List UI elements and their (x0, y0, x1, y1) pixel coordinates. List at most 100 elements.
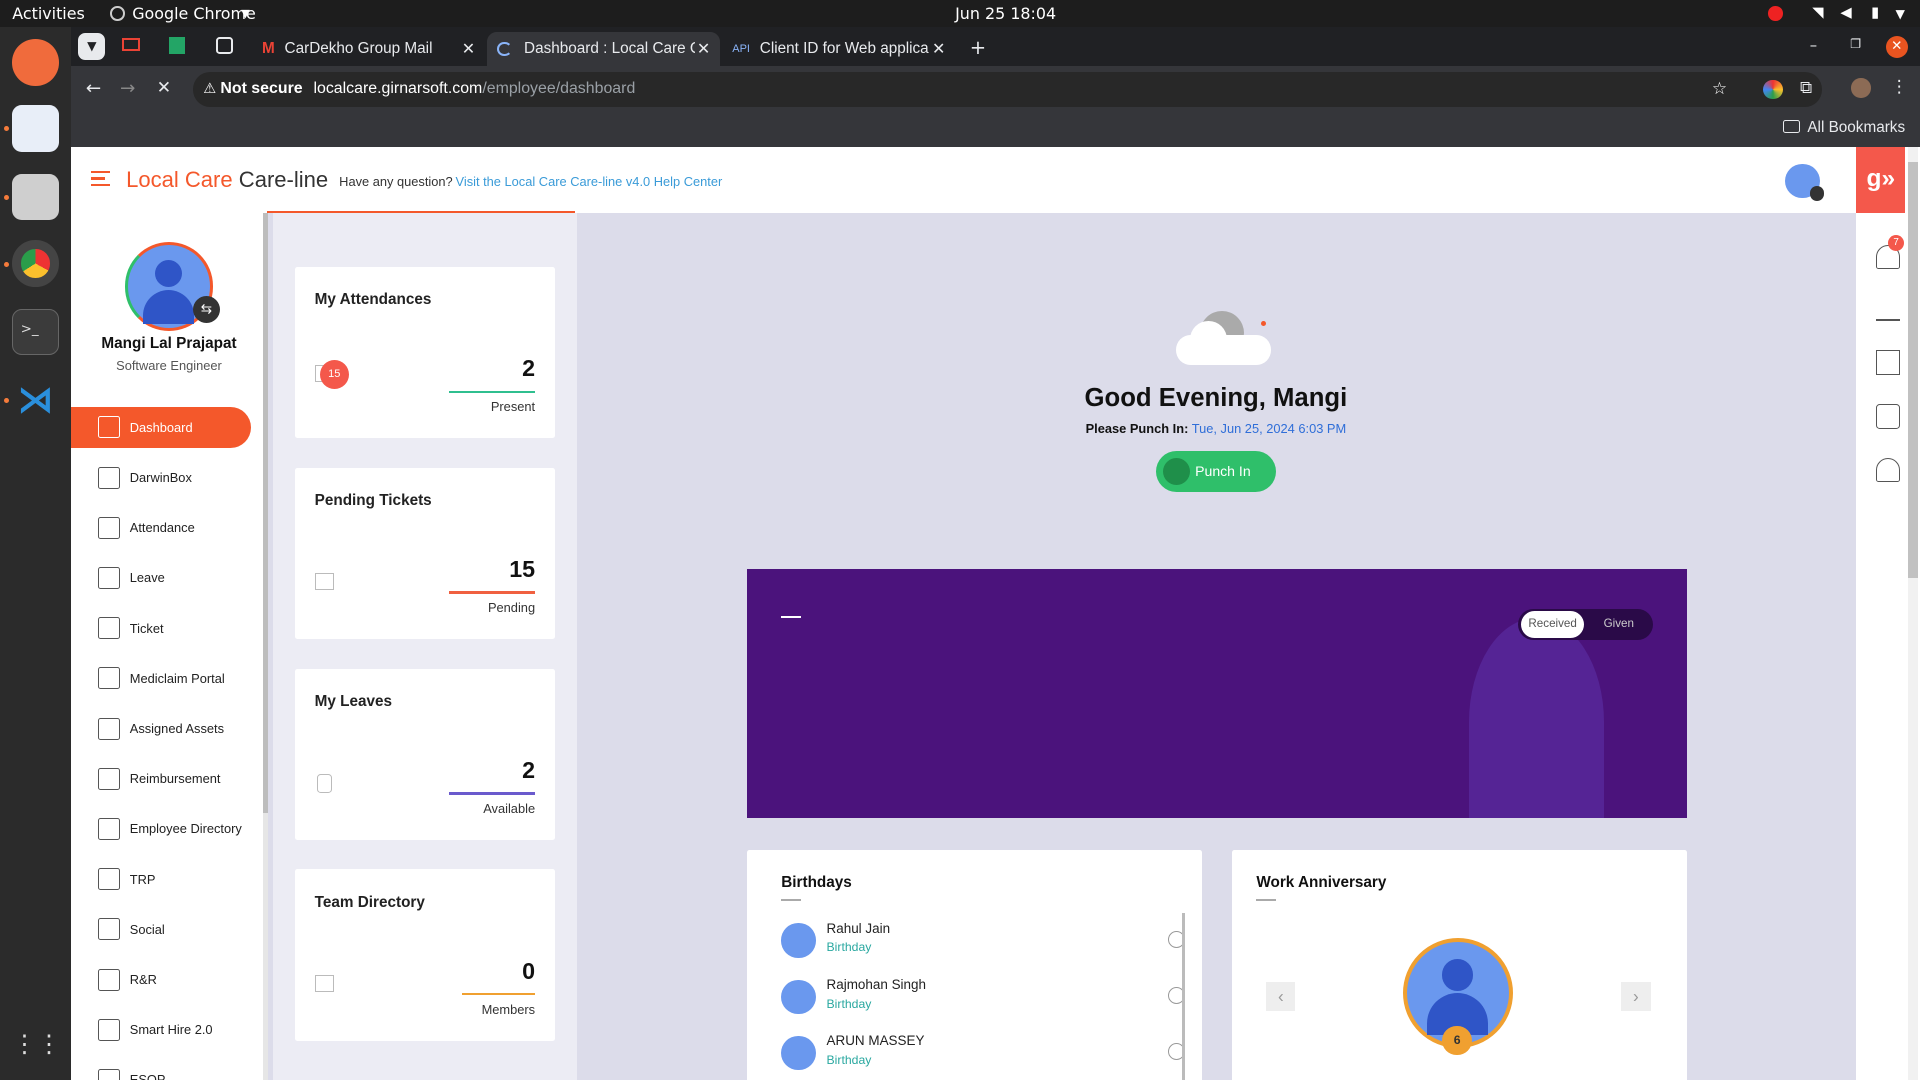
attendance-card[interactable]: My Attendances 15 2 Present (295, 266, 555, 439)
volume-icon[interactable]: ◀ (1840, 4, 1851, 21)
page-scrollbar[interactable] (1907, 146, 1918, 1080)
address-bar[interactable]: ⚠ Not secure localcare.girnarsoft.com/em… (193, 72, 1823, 107)
sidebar-item-reimbursement[interactable]: Reimbursement (97, 765, 221, 792)
punch-in-prompt: Please Punch In: Tue, Jun 25, 2024 6:03 … (1085, 421, 1347, 437)
prev-arrow-icon[interactable]: ‹ (1266, 982, 1296, 1012)
team-directory-card[interactable]: Team Directory 0 Members (295, 869, 555, 1041)
next-arrow-icon[interactable]: › (1621, 982, 1651, 1012)
pending-tickets-card[interactable]: Pending Tickets 15 Pending (295, 467, 555, 640)
wifi-icon[interactable]: ◥ (1812, 4, 1823, 21)
extensions-icon[interactable]: ⧉ (1800, 78, 1812, 98)
alert-icon[interactable] (1768, 6, 1783, 21)
header-avatar[interactable] (1785, 164, 1825, 201)
forward-icon[interactable]: → (120, 78, 135, 99)
all-bookmarks-button[interactable]: All Bookmarks (1807, 119, 1905, 137)
switch-icon[interactable]: ⇆ (192, 295, 220, 323)
running-indicator (3, 126, 9, 131)
years-medal: 6 (1442, 1026, 1472, 1056)
app-menu[interactable]: Google Chrome (132, 4, 256, 23)
birthday-row[interactable]: ARUN MASSEY Birthday (781, 1031, 1186, 1080)
sidebar-item-mediclaim-portal[interactable]: Mediclaim Portal (97, 665, 225, 692)
vscode-icon[interactable]: ⋊ (12, 377, 59, 424)
sidebar-item-label: Mediclaim Portal (129, 670, 225, 686)
security-label[interactable]: Not secure (220, 80, 302, 98)
sidebar-item-leave[interactable]: Leave (97, 564, 165, 591)
sidebar-item-employee-directory[interactable]: Employee Directory (97, 816, 242, 843)
inkscape-icon[interactable] (12, 39, 59, 86)
activities-button[interactable]: Activities (12, 4, 85, 23)
gmail-tab-icon[interactable] (122, 37, 140, 52)
close-window-button[interactable]: ✕ (1885, 35, 1908, 58)
bookmark-star-icon[interactable]: ☆ (1712, 78, 1727, 99)
tab-client-id[interactable]: API Client ID for Web applica ✕ (722, 32, 955, 66)
bell-icon[interactable] (1875, 457, 1901, 483)
sidebar-scrollbar[interactable] (263, 213, 269, 1080)
wallet-icon[interactable] (1875, 404, 1901, 429)
received-tab[interactable]: Received (1520, 610, 1585, 638)
clock[interactable]: Jun 25 18:04 (955, 4, 1056, 23)
power-menu-icon[interactable]: ▼ (1896, 7, 1905, 21)
leaves-card[interactable]: My Leaves 2 Available (295, 668, 555, 840)
sidebar-item-dashboard[interactable]: Dashboard (97, 414, 193, 441)
profile-avatar[interactable]: ⇆ (124, 242, 220, 331)
openai-tab-icon[interactable] (215, 36, 233, 54)
sidebar-item-smart-hire-2-0[interactable]: Smart Hire 2.0 (97, 1016, 213, 1043)
sidebar-item-assigned-assets[interactable]: Assigned Assets (97, 715, 224, 742)
bookmarks-bar: All Bookmarks (71, 112, 1920, 147)
menu-toggle-icon[interactable] (90, 171, 111, 187)
birthday-scrollbar[interactable] (1181, 913, 1186, 1080)
close-tab-icon[interactable]: ✕ (932, 39, 945, 59)
chrome-dock-icon[interactable] (12, 240, 59, 287)
sidebar: ⇆ Mangi Lal Prajapat Software Engineer D… (71, 213, 269, 1080)
sidebar-item-label: Dashboard (129, 419, 193, 435)
chrome-menu-icon[interactable]: ⋮ (1891, 77, 1908, 97)
sidebar-item-darwinbox[interactable]: DarwinBox (97, 464, 192, 491)
punch-in-button[interactable]: Punch In (1155, 450, 1276, 493)
chair-icon (97, 566, 120, 589)
text-editor-icon[interactable] (12, 105, 59, 152)
help-center-link[interactable]: Visit the Local Care Care-line v4.0 Help… (456, 174, 723, 189)
back-icon[interactable]: ← (86, 78, 101, 99)
trp-icon (97, 868, 120, 891)
files-icon[interactable] (12, 173, 59, 221)
sidebar-item-trp[interactable]: TRP (97, 866, 156, 893)
sidebar-item-esop[interactable]: ESOP (97, 1067, 165, 1080)
close-tab-icon[interactable]: ✕ (697, 39, 710, 59)
sidebar-item-social[interactable]: Social (97, 916, 165, 943)
tab-dashboard[interactable]: Dashboard : Local Care C ✕ (487, 31, 720, 67)
terminal-icon[interactable]: >_ (12, 308, 59, 356)
restore-button[interactable]: ❐ (1850, 37, 1861, 51)
sidebar-item-label: Attendance (129, 520, 195, 536)
chevron-down-icon: ▼ (241, 7, 250, 21)
close-tab-icon[interactable]: ✕ (462, 39, 475, 59)
new-tab-button[interactable]: + (970, 36, 986, 59)
beach-icon[interactable] (1875, 296, 1901, 321)
tab-cardekho-mail[interactable]: M CarDekho Group Mail ✕ (252, 32, 485, 66)
sidebar-item-label: DarwinBox (129, 470, 192, 486)
team-icon (314, 974, 335, 992)
birthday-row[interactable]: Rahul Jain Birthday (781, 918, 1186, 967)
document-icon[interactable] (1875, 350, 1901, 375)
ticket-icon (314, 573, 335, 591)
assets-icon (97, 717, 120, 740)
stop-loading-icon[interactable]: ✕ (157, 78, 171, 98)
girnar-logo[interactable]: g» (1856, 146, 1906, 214)
sidebar-item-r-r[interactable]: R&R (97, 966, 157, 993)
sidebar-item-ticket[interactable]: Ticket (97, 615, 164, 642)
minimize-button[interactable]: – (1810, 37, 1817, 54)
tab-search-button[interactable]: ▼ (78, 33, 106, 60)
sheets-tab-icon[interactable] (168, 36, 185, 54)
profile-avatar-icon[interactable] (1851, 78, 1872, 98)
battery-icon[interactable]: ▮ (1871, 4, 1879, 21)
dock: >_ ⋊ ⋮⋮⋮ (0, 26, 86, 1080)
url-host: localcare.girnarsoft.com/employee/dashbo… (313, 79, 636, 97)
sidebar-item-attendance[interactable]: Attendance (97, 514, 195, 541)
app-grid-icon[interactable]: ⋮⋮⋮ (12, 1021, 85, 1068)
given-tab[interactable]: Given (1587, 611, 1651, 638)
sidebar-item-label: TRP (129, 871, 156, 887)
sidebar-item-label: Reimbursement (129, 771, 221, 787)
extension-color-icon[interactable] (1763, 79, 1783, 100)
birthday-row[interactable]: Rajmohan Singh Birthday (781, 975, 1186, 1024)
brand-logo[interactable]: Local Care Care-line (126, 167, 328, 193)
esop-icon (97, 1068, 120, 1080)
